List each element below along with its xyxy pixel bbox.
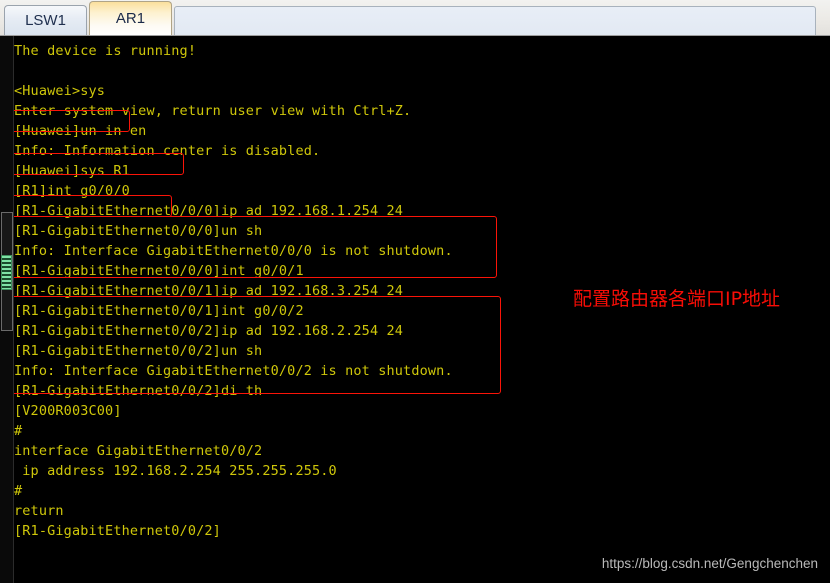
terminal-scrollbar[interactable] — [0, 36, 14, 583]
console-line: [R1-GigabitEthernet0/0/0]int g0/0/1 — [14, 263, 304, 279]
console-line: [V200R003C00] — [14, 403, 122, 419]
console-line: ip address 192.168.2.254 255.255.255.0 — [14, 463, 337, 479]
console-line: [R1-GigabitEthernet0/0/0]ip ad 192.168.1… — [14, 203, 404, 219]
console-line: <Huawei>sys — [14, 83, 106, 99]
annotation-note-text: 配置路由器各端口IP地址 — [573, 288, 781, 310]
console-window: LSW1 AR1 The device is running! <Huawei>… — [0, 0, 830, 583]
console-line: Info: Interface GigabitEthernet0/0/0 is … — [14, 243, 453, 259]
console-line: [R1-GigabitEthernet0/0/2] — [14, 523, 221, 539]
watermark-url: https://blog.csdn.net/Gengchenchen — [601, 556, 818, 571]
console-line: [R1-GigabitEthernet0/0/2]ip ad 192.168.2… — [14, 323, 404, 339]
terminal-panel[interactable]: The device is running! <Huawei>sys Enter… — [0, 36, 830, 583]
console-line: [R1-GigabitEthernet0/0/1]ip ad 192.168.3… — [14, 283, 404, 299]
console-line: Info: Interface GigabitEthernet0/0/2 is … — [14, 363, 453, 379]
scrollbar-thumb[interactable] — [1, 255, 12, 290]
console-line: [Huawei]un in en — [14, 123, 147, 139]
console-line: [R1-GigabitEthernet0/0/2]di th — [14, 383, 263, 399]
console-line: [R1-GigabitEthernet0/0/2]un sh — [14, 343, 263, 359]
tab-lsw1-label: LSW1 — [25, 12, 66, 29]
tab-empty-slot[interactable] — [174, 6, 816, 35]
console-line: [R1]int g0/0/0 — [14, 183, 130, 199]
tab-lsw1[interactable]: LSW1 — [4, 5, 87, 35]
console-line: [R1-GigabitEthernet0/0/0]un sh — [14, 223, 263, 239]
console-line: # — [14, 423, 23, 439]
tab-ar1-label: AR1 — [115, 10, 146, 27]
console-line: The device is running! — [14, 43, 197, 59]
console-line: # — [14, 483, 23, 499]
console-line: Info: Information center is disabled. — [14, 143, 321, 159]
console-line: [Huawei]sys R1 — [14, 163, 130, 179]
console-line: Enter system view, return user view with… — [14, 103, 412, 119]
console-line: [R1-GigabitEthernet0/0/1]int g0/0/2 — [14, 303, 304, 319]
device-tab-bar: LSW1 AR1 — [0, 0, 830, 36]
console-line: return — [14, 503, 64, 519]
tab-ar1[interactable]: AR1 — [89, 1, 172, 35]
console-line: interface GigabitEthernet0/0/2 — [14, 443, 263, 459]
